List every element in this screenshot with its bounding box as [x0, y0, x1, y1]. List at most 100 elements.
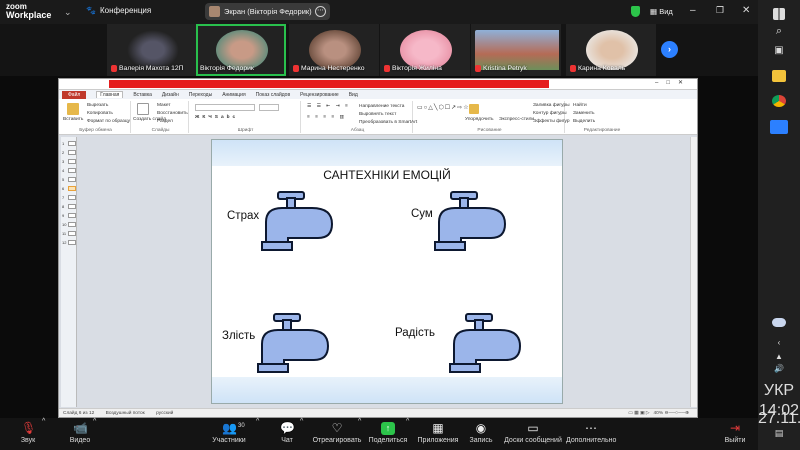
meeting-info[interactable]: 🐾 Конференция [86, 6, 151, 15]
cut-button[interactable]: Вырезать [87, 103, 108, 108]
maximize-icon[interactable]: ❐ [716, 5, 724, 16]
tab-animation[interactable]: Анимация [222, 92, 245, 98]
security-shield-icon[interactable] [631, 6, 640, 17]
participant-tile[interactable]: Карина Коваль [566, 24, 656, 76]
next-page-button[interactable]: › [661, 41, 678, 58]
mic-muted-icon [475, 65, 481, 72]
tab-insert[interactable]: Вставка [133, 92, 152, 98]
paste-icon[interactable] [67, 103, 79, 117]
tab-transitions[interactable]: Переходы [189, 92, 212, 98]
list-buttons[interactable]: ☰ ☰ ⇤ ⇥ ≡ [307, 104, 350, 109]
smartart-button[interactable]: Преобразовать в SmartArt [359, 120, 417, 125]
leave-button[interactable]: ⇥ Выйти [720, 418, 750, 450]
slide-thumbnail[interactable]: 3 [62, 159, 76, 165]
tab-file[interactable]: Файл [62, 90, 87, 99]
audio-options-caret[interactable]: ^ [42, 418, 45, 450]
start-button[interactable] [758, 8, 800, 20]
replace-button[interactable]: Заменить [573, 111, 595, 116]
task-view-icon[interactable]: ▣ [758, 45, 800, 56]
search-icon[interactable]: ⌕ [758, 25, 800, 38]
chat-button[interactable]: 💬 Чат [272, 418, 302, 450]
format-painter-button[interactable]: Формат по образцу [87, 119, 130, 124]
shape-effects-button[interactable]: Эффекты фигур [533, 119, 570, 124]
text-direction-button[interactable]: Направление текста [359, 104, 404, 109]
font-size-field[interactable] [259, 104, 279, 111]
section-button[interactable]: Раздел [157, 119, 173, 124]
font-style-buttons[interactable]: ЖКЧSabc [195, 115, 238, 120]
slide-thumbnail[interactable]: 8 [62, 204, 76, 210]
shapes-gallery[interactable]: ▭○△╲⬡☐↗⇨☆ [417, 104, 470, 111]
file-explorer-icon[interactable] [758, 70, 800, 82]
chevron-up-icon[interactable]: ‹ [758, 338, 800, 347]
shape-outline-button[interactable]: Контур фигуры [533, 111, 567, 116]
zoom-control[interactable]: ▭ ▦ ▣ ▷ 40% ⊖──○──⊕ [628, 409, 689, 418]
share-button[interactable]: ↑ Поделиться [366, 418, 410, 450]
shape-fill-button[interactable]: Заливка фигуры [533, 103, 570, 108]
tab-slideshow[interactable]: Показ слайдов [256, 92, 290, 98]
paste-button[interactable]: Вставить [63, 117, 83, 122]
slide-thumbnail[interactable]: 10 [62, 222, 76, 228]
quick-styles-button[interactable]: Экспресс-стили [499, 117, 534, 122]
slide-canvas[interactable]: САНТЕХНІКИ ЕМОЦІЙ Страх Сум Злість Радіс… [211, 139, 563, 404]
react-caret[interactable]: ^ [358, 418, 361, 450]
select-button[interactable]: Выделить [573, 119, 595, 124]
new-slide-icon[interactable] [137, 103, 149, 117]
more-button[interactable]: ⋯ Дополнительно [566, 418, 616, 450]
tab-view[interactable]: Вид [349, 92, 358, 98]
participant-video [309, 30, 361, 70]
view-button[interactable]: ▦ Вид [650, 7, 673, 16]
record-button[interactable]: ◉ Запись [464, 418, 498, 450]
zoom-app-icon[interactable] [758, 120, 800, 134]
chat-caret[interactable]: ^ [300, 418, 303, 450]
slide-thumbnail[interactable]: 6 [62, 186, 76, 192]
tab-design[interactable]: Дизайн [162, 92, 179, 98]
participant-tile[interactable]: Валерія Махота 12П [107, 24, 197, 76]
participants-button[interactable]: 👥 30 Участники [206, 418, 252, 450]
slide-thumbnail[interactable]: 11 [62, 231, 76, 237]
video-options-caret[interactable]: ^ [93, 418, 96, 450]
slide-thumbnail[interactable]: 7 [62, 195, 76, 201]
chrome-icon[interactable] [758, 95, 800, 107]
arrange-button[interactable]: Упорядочить [465, 117, 494, 122]
slide-thumbnail[interactable]: 9 [62, 213, 76, 219]
vertical-scrollbar[interactable] [690, 137, 697, 407]
slide-thumbnail[interactable]: 5 [62, 177, 76, 183]
layout-button[interactable]: Макет [157, 103, 171, 108]
slide-thumbnail[interactable]: 2 [62, 150, 76, 156]
language-indicator[interactable]: УКР [758, 382, 800, 400]
participant-tile[interactable]: Kristina Petryk [471, 24, 561, 76]
tab-review[interactable]: Рецензирование [300, 92, 339, 98]
close-icon[interactable]: ✕ [742, 5, 750, 16]
find-button[interactable]: Найти [573, 103, 587, 108]
arrange-icon[interactable] [469, 104, 479, 116]
slide-thumbnail[interactable]: 1 [62, 141, 76, 147]
participant-tile[interactable]: Вікторія Федорик [196, 24, 286, 76]
minimize-icon[interactable]: – [690, 5, 696, 16]
react-button[interactable]: ♡ Отреагировать [312, 418, 362, 450]
participant-tile[interactable]: Вікторія Жиліна [380, 24, 470, 76]
copy-button[interactable]: Копировать [87, 111, 113, 116]
align-text-button[interactable]: Выровнять текст [359, 112, 396, 117]
network-icon[interactable]: ▲ [758, 352, 800, 361]
font-name-field[interactable] [195, 104, 255, 111]
slide-thumbnail[interactable]: 4 [62, 168, 76, 174]
tab-home[interactable]: Главная [96, 91, 124, 98]
chevron-down-icon[interactable]: ⌄ [64, 7, 72, 18]
align-buttons[interactable]: ≡ ≡ ≡ ≡ ▥ [307, 115, 346, 120]
participant-tile[interactable]: Марина Нестеренко [289, 24, 379, 76]
share-caret[interactable]: ^ [406, 418, 409, 450]
video-off-icon: 📹 [73, 421, 88, 435]
screen-share-indicator[interactable]: Экран (Вікторія Федорик) ⋯ [205, 3, 330, 20]
whiteboards-button[interactable]: ▭ Доски сообщений [504, 418, 562, 450]
notifications-icon[interactable]: ▤ [758, 428, 800, 439]
group-paragraph: ☰ ☰ ⇤ ⇥ ≡ ≡ ≡ ≡ ≡ ▥ Направление текста В… [303, 101, 417, 133]
clock-date[interactable]: 27.11.2024 [758, 410, 800, 428]
apps-button[interactable]: ▦ Приложения [416, 418, 460, 450]
ppt-window-controls[interactable]: –□✕ [655, 79, 691, 86]
reset-button[interactable]: Восстановить [157, 111, 188, 116]
volume-icon[interactable]: 🔊 [758, 364, 800, 373]
weather-icon[interactable] [758, 318, 800, 327]
more-options-icon[interactable]: ⋯ [315, 6, 326, 17]
slide-thumbnail[interactable]: 12 [62, 240, 76, 246]
participants-caret[interactable]: ^ [256, 418, 259, 450]
